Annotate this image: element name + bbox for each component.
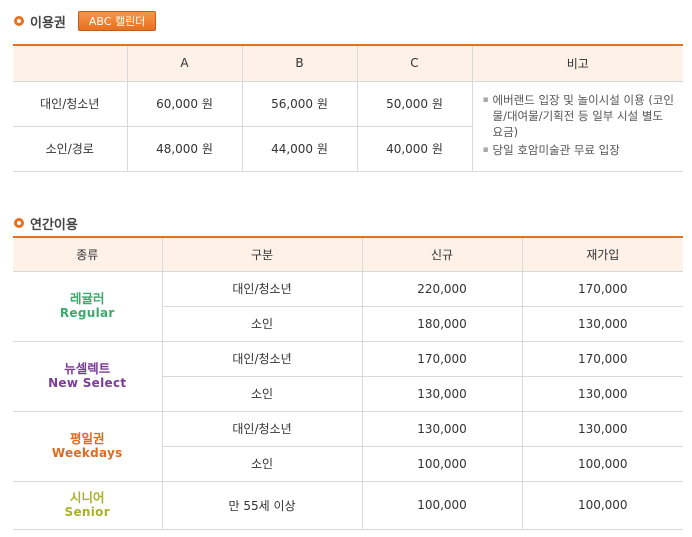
category-cell: 소인 — [162, 445, 363, 482]
renew-price-cell: 130,000 — [521, 410, 683, 447]
annual-section-header: 연간이용 — [14, 214, 78, 233]
pass-type-ko: 뉴셀렉트 — [64, 361, 111, 376]
pass-type-new-select: 뉴셀렉트 New Select — [13, 340, 163, 412]
pass-type-en: Weekdays — [51, 446, 123, 460]
renew-price-cell: 100,000 — [521, 445, 683, 482]
pass-type-ko: 평일권 — [69, 431, 105, 446]
table-row: 시니어 Senior 만 55세 이상 100,000 100,000 — [13, 480, 683, 530]
new-price-cell: 220,000 — [361, 270, 523, 307]
notes-cell: 에버랜드 입장 및 놀이시설 이용 (코인물/대여물/기획전 등 일부 시설 별… — [471, 80, 683, 172]
category-cell: 대인/청소년 — [161, 270, 363, 307]
pass-type-ko: 레귤러 — [69, 291, 105, 306]
pass-type-en: Regular — [59, 306, 115, 320]
header-cell: C — [356, 44, 473, 82]
renew-price-cell: 170,000 — [521, 270, 683, 307]
pass-type-en: New Select — [48, 376, 127, 390]
annual-pass-table: 종류 구분 신규 재가입 레귤러 Regular 대인/청소년 220,000 … — [13, 236, 683, 530]
new-price-cell: 170,000 — [361, 340, 523, 377]
table-row: 레귤러 Regular 대인/청소년 220,000 170,000 — [13, 270, 683, 342]
header-cell: 비고 — [471, 44, 683, 82]
renew-price-cell: 130,000 — [521, 375, 683, 412]
table-header-row: 종류 구분 신규 재가입 — [13, 236, 683, 272]
pass-type-senior: 시니어 Senior — [13, 480, 163, 530]
circle-bullet-icon — [14, 16, 24, 26]
header-cell: A — [126, 44, 243, 82]
table-header-row: A B C 비고 — [13, 44, 683, 82]
tickets-section-title: 이용권 — [30, 15, 66, 31]
pass-type-weekdays: 평일권 Weekdays — [13, 410, 163, 482]
category-cell: 소인 — [162, 375, 363, 412]
notes-list: 에버랜드 입장 및 놀이시설 이용 (코인물/대여물/기획전 등 일부 시설 별… — [483, 92, 676, 158]
header-cell: 재가입 — [521, 236, 683, 272]
category-cell: 대인/청소년 — [161, 410, 363, 447]
tickets-price-table: A B C 비고 대인/청소년 60,000 원 56,000 원 50,000… — [13, 44, 683, 172]
new-price-cell: 130,000 — [361, 410, 523, 447]
price-cell: 56,000 원 — [241, 80, 358, 127]
new-price-cell: 130,000 — [361, 375, 523, 412]
renew-price-cell: 130,000 — [521, 305, 683, 342]
circle-bullet-icon — [14, 218, 24, 228]
price-cell: 40,000 원 — [356, 125, 472, 172]
table-row: 뉴셀렉트 New Select 대인/청소년 170,000 170,000 — [13, 340, 683, 412]
header-cell — [13, 44, 128, 82]
renew-price-cell: 170,000 — [521, 340, 683, 377]
header-cell: 구분 — [161, 236, 363, 272]
header-cell: 신규 — [361, 236, 523, 272]
header-cell: B — [241, 44, 358, 82]
row-label: 소인/경로 — [13, 125, 128, 172]
new-price-cell: 180,000 — [361, 305, 523, 342]
table-row: 대인/청소년 60,000 원 56,000 원 50,000 원 에버랜드 입… — [13, 80, 683, 172]
renew-price-cell: 100,000 — [521, 480, 683, 530]
annual-section-title: 연간이용 — [30, 217, 78, 233]
header-cell: 종류 — [13, 236, 163, 272]
tickets-section-header: 이용권 ABC 캘린더 — [14, 11, 157, 31]
new-price-cell: 100,000 — [361, 445, 523, 482]
category-cell: 만 55세 이상 — [161, 480, 363, 530]
category-cell: 소인 — [162, 305, 363, 342]
price-cell: 50,000 원 — [356, 80, 473, 127]
calendar-button[interactable]: ABC 캘린더 — [77, 11, 157, 31]
category-cell: 대인/청소년 — [161, 340, 363, 377]
pass-type-en: Senior — [64, 505, 110, 519]
new-price-cell: 100,000 — [361, 480, 523, 530]
row-label: 대인/청소년 — [13, 80, 128, 127]
pass-type-ko: 시니어 — [69, 490, 105, 505]
table-row: 평일권 Weekdays 대인/청소년 130,000 130,000 — [13, 410, 683, 482]
pass-type-regular: 레귤러 Regular — [13, 270, 163, 342]
price-cell: 44,000 원 — [241, 125, 358, 172]
note-item: 에버랜드 입장 및 놀이시설 이용 (코인물/대여물/기획전 등 일부 시설 별… — [483, 92, 676, 140]
price-cell: 48,000 원 — [126, 125, 243, 172]
price-cell: 60,000 원 — [126, 80, 243, 127]
note-item: 당일 호암미술관 무료 입장 — [483, 142, 676, 158]
